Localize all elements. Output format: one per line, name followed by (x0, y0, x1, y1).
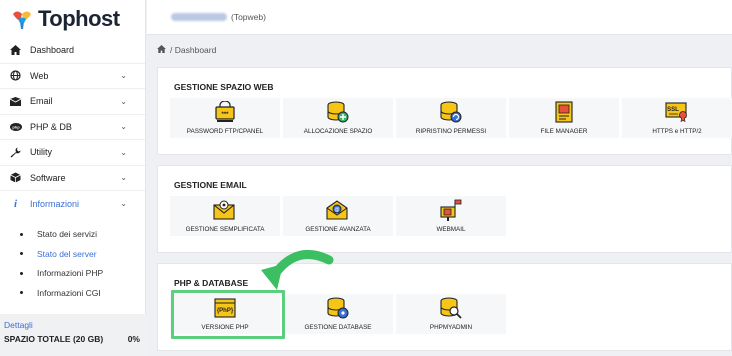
bullet-icon (20, 291, 23, 295)
tile-label: HTTPS e HTTP/2 (652, 128, 702, 135)
disk-usage-panel: Dettagli SPAZIO TOTALE (20 GB) 0% (0, 314, 146, 356)
disk-usage-row: SPAZIO TOTALE (20 GB) 0% (4, 334, 140, 344)
brand-logo[interactable]: Tophost (0, 0, 145, 38)
sidebar-subitem-label: Informazioni PHP (37, 268, 104, 279)
top-header: (Topweb) (147, 0, 732, 35)
chevron-down-icon: ⌄ (120, 199, 127, 209)
bullet-icon (20, 271, 23, 275)
tile-gestione-semplificata[interactable]: GESTIONE SEMPLIFICATA (170, 196, 280, 236)
home-icon[interactable] (157, 45, 166, 55)
tile-label: FILE MANAGER (540, 128, 588, 135)
section-title: PHP & DATABASE (174, 278, 249, 288)
sidebar-subitem-label: Stato del server (37, 248, 97, 259)
sidebar-item-utility[interactable]: Utility ⌄ (0, 140, 145, 166)
sidebar-item-label: Email (30, 96, 53, 107)
chevron-down-icon: ⌄ (120, 96, 127, 106)
section-title: GESTIONE SPAZIO WEB (174, 82, 274, 92)
chevron-down-icon: ⌄ (120, 71, 127, 81)
panel-web-space: GESTIONE SPAZIO WEB *** PASSWORD FTP/CPA… (157, 67, 732, 155)
details-link[interactable]: Dettagli (4, 320, 140, 330)
file-manager-icon (552, 100, 576, 124)
sidebar-item-label: Informazioni (30, 198, 80, 209)
breadcrumb-current: Dashboard (174, 45, 217, 55)
chevron-down-icon: ⌄ (120, 173, 127, 183)
sidebar-subitem-stato-servizi[interactable]: Stato dei servizi (0, 225, 145, 245)
brand-name: Tophost (38, 6, 120, 31)
sidebar-item-dashboard[interactable]: Dashboard (0, 38, 145, 64)
tile-label: PASSWORD FTP/CPANEL (186, 128, 264, 135)
sidebar-item-email[interactable]: Email ⌄ (0, 89, 145, 115)
envelope-settings-icon (213, 198, 237, 222)
sidebar-item-label: Utility (30, 147, 52, 158)
database-refresh-icon (439, 100, 463, 124)
tile-https-http2[interactable]: SSL HTTPS e HTTP/2 (622, 98, 732, 138)
database-search-icon (439, 296, 463, 320)
chevron-down-icon: ⌄ (120, 147, 127, 157)
sidebar-subitem-label: Informazioni CGI (37, 287, 101, 298)
envelope-icon (9, 95, 22, 108)
php-icon: php (9, 120, 22, 133)
sidebar-subitem-stato-server[interactable]: Stato del server (0, 244, 145, 264)
tile-gestione-database[interactable]: GESTIONE DATABASE (283, 294, 393, 334)
tile-label: GESTIONE DATABASE (304, 324, 372, 331)
tile-label: GESTIONE AVANZATA (305, 226, 371, 233)
tile-password-ftp[interactable]: *** PASSWORD FTP/CPANEL (170, 98, 280, 138)
envelope-advanced-icon: @ (326, 198, 350, 222)
sidebar-item-label: Web (30, 70, 49, 81)
lock-icon: *** (213, 100, 237, 124)
highlight-box (171, 290, 285, 339)
tile-webmail[interactable]: WEBMAIL (396, 196, 506, 236)
sidebar-item-label: Software (30, 172, 66, 183)
tile-row: GESTIONE SEMPLIFICATA @ GESTIONE AVANZAT… (170, 196, 506, 236)
tophost-logo-icon (13, 11, 31, 29)
mailbox-icon (439, 198, 463, 222)
svg-text:SSL: SSL (667, 107, 679, 113)
svg-text:php: php (12, 124, 20, 129)
tile-label: PHPMYADMIN (429, 324, 473, 331)
sidebar-item-informazioni[interactable]: i Informazioni ⌄ (0, 191, 145, 217)
sidebar-subitem-label: Stato dei servizi (37, 229, 97, 240)
tile-ripristino-permessi[interactable]: RIPRISTINO PERMESSI (396, 98, 506, 138)
account-suffix: (Topweb) (231, 12, 266, 22)
bullet-icon (20, 232, 23, 236)
info-icon: i (13, 197, 18, 210)
tile-allocazione-spazio[interactable]: ALLOCAZIONE SPAZIO (283, 98, 393, 138)
sidebar-item-software[interactable]: Software ⌄ (0, 166, 145, 191)
tile-label: RIPRISTINO PERMESSI (415, 128, 487, 135)
account-name-redacted (171, 13, 227, 21)
svg-text:@: @ (335, 207, 340, 213)
chevron-down-icon: ⌄ (120, 122, 127, 132)
ssl-certificate-icon: SSL (665, 100, 689, 124)
database-add-icon (326, 100, 350, 124)
tile-gestione-avanzata[interactable]: @ GESTIONE AVANZATA (283, 196, 393, 236)
sidebar-item-label: Dashboard (30, 45, 75, 56)
database-settings-icon (326, 296, 350, 320)
bullet-icon (20, 252, 23, 256)
sidebar-item-php-db[interactable]: php PHP & DB ⌄ (0, 115, 145, 140)
tile-file-manager[interactable]: FILE MANAGER (509, 98, 619, 138)
section-title: GESTIONE EMAIL (174, 180, 247, 190)
tile-phpmyadmin[interactable]: PHPMYADMIN (396, 294, 506, 334)
home-icon (9, 44, 22, 57)
breadcrumb-separator: / (170, 45, 173, 55)
tile-label: GESTIONE SEMPLIFICATA (185, 226, 265, 233)
sidebar: Tophost Dashboard Web ⌄ Email ⌄ php PHP … (0, 0, 146, 356)
sidebar-subitem-info-php[interactable]: Informazioni PHP (0, 264, 145, 284)
sidebar-item-web[interactable]: Web ⌄ (0, 64, 145, 89)
wrench-icon (9, 146, 22, 159)
disk-usage-label: SPAZIO TOTALE (20 GB) (4, 334, 104, 344)
tile-row: *** PASSWORD FTP/CPANEL ALLOCAZIONE SPAZ… (170, 98, 732, 138)
sidebar-submenu: Stato dei servizi Stato del server Infor… (0, 217, 145, 303)
sidebar-subitem-info-cgi[interactable]: Informazioni CGI (0, 283, 145, 303)
tile-label: WEBMAIL (436, 226, 466, 233)
globe-icon (9, 69, 22, 82)
svg-text:***: *** (221, 112, 229, 118)
tile-label: ALLOCAZIONE SPAZIO (303, 128, 373, 135)
disk-usage-value: 0% (127, 334, 140, 344)
sidebar-item-label: PHP & DB (30, 121, 72, 132)
panel-email: GESTIONE EMAIL GESTIONE SEMPLIFICATA @ G… (157, 165, 732, 253)
breadcrumb: / Dashboard (157, 45, 216, 55)
green-arrow-icon (261, 249, 334, 290)
cube-icon (9, 171, 22, 184)
